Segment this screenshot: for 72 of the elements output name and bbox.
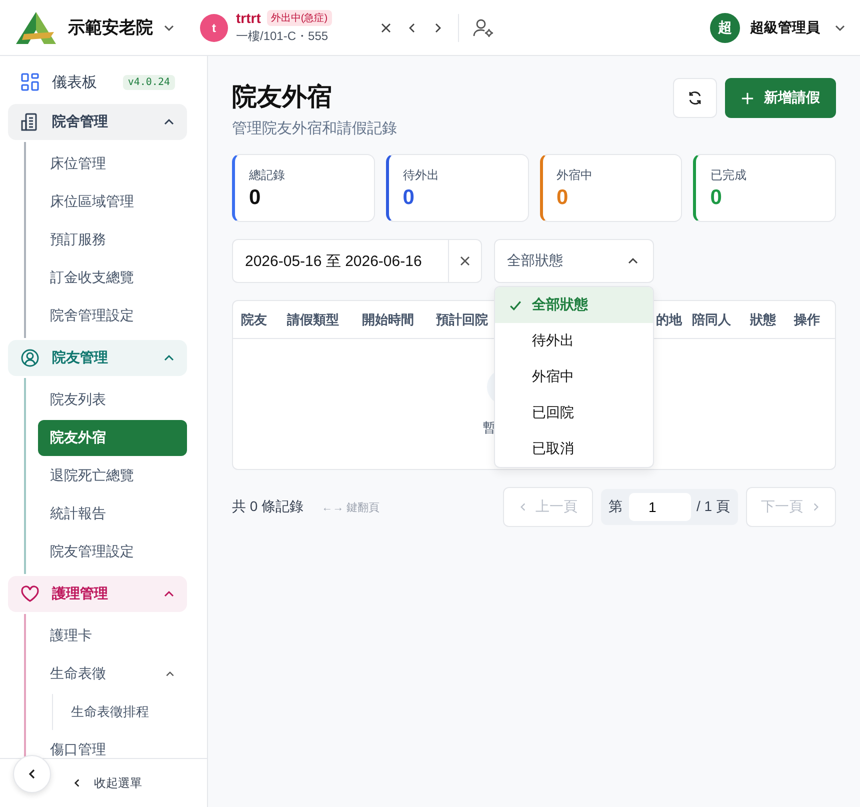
page-subtitle: 管理院友外宿和請假記錄 [232, 119, 397, 138]
heart-icon [20, 584, 40, 604]
column-header: 開始時間 [362, 310, 415, 328]
status-select[interactable]: 全部狀態 [494, 239, 654, 283]
dropdown-option[interactable]: 外宿中 [495, 359, 653, 395]
resident-location: 一樓/101-C・555 [236, 28, 330, 45]
chevron-left-icon [72, 778, 82, 788]
dropdown-option[interactable]: 全部狀態 [495, 287, 653, 323]
keyboard-hint: ←→ 鍵翻頁 [322, 500, 380, 514]
nav-group[interactable]: 院舍管理 [8, 104, 187, 140]
stat-value: 0 [556, 186, 570, 210]
building-icon [20, 112, 40, 132]
user-settings-icon[interactable] [473, 18, 495, 38]
add-leave-button[interactable]: 新增請假 [725, 78, 836, 118]
nav-item[interactable]: 生命表徵 [38, 656, 187, 692]
nav-item[interactable]: 院舍管理設定 [38, 298, 187, 334]
nav-item[interactable]: 訂金收支總覽 [38, 260, 187, 296]
nav-item[interactable]: 床位區域管理 [38, 184, 187, 220]
page-input[interactable]: 1 [628, 493, 691, 521]
dropdown-option[interactable]: 已回院 [495, 395, 653, 431]
user-name[interactable]: 超級管理員 [750, 18, 820, 36]
refresh-icon [687, 90, 703, 106]
stat-label: 總記錄 [249, 166, 286, 184]
stat-value: 0 [402, 186, 416, 210]
stat-label: 外宿中 [556, 166, 594, 184]
record-count: 共 0 條記錄 [232, 498, 304, 516]
nav-group[interactable]: 院友管理 [8, 340, 187, 376]
column-header: 請假類型 [287, 310, 340, 328]
nav-item[interactable]: 床位管理 [38, 146, 187, 182]
stat-label: 待外出 [402, 166, 440, 184]
nav-item[interactable]: 院友列表 [38, 382, 187, 418]
resident-avatar: t [200, 14, 228, 42]
stat-label: 已完成 [710, 166, 748, 184]
nav-item[interactable]: 院友管理設定 [38, 534, 187, 570]
nav-item[interactable]: 預訂服務 [38, 222, 187, 258]
column-header: 院友 [241, 310, 268, 328]
stat-value: 0 [710, 186, 723, 210]
nav-item[interactable]: 生命表徵排程 [53, 694, 187, 730]
logo-icon [14, 10, 58, 46]
close-icon[interactable] [380, 22, 392, 34]
status-badge: 外出中(急症) [266, 10, 332, 26]
nav-item[interactable]: 統計報告 [38, 496, 187, 532]
nav-item[interactable]: 傷口管理 [38, 732, 187, 758]
plus-icon [741, 92, 754, 104]
column-header: 的地 [656, 310, 684, 328]
collapse-menu-link[interactable]: 收起選單 [72, 774, 142, 792]
resident-name: trtrt [236, 10, 261, 26]
column-header: 陪同人 [692, 310, 732, 328]
nav-item[interactable]: 退院死亡總覽 [38, 458, 187, 494]
column-header: 狀態 [750, 310, 777, 328]
nav-item[interactable]: 院友外宿 [38, 420, 187, 456]
page-title: 院友外宿 [232, 82, 333, 113]
column-header: 預計回院 [436, 310, 489, 328]
organization-name: 示範安老院 [68, 17, 153, 39]
nav-group[interactable]: 護理管理 [8, 576, 187, 612]
empty-state-text: 暫 [483, 419, 496, 437]
refresh-button[interactable] [673, 78, 717, 118]
date-range-field[interactable]: 2026-05-16 至 2026-06-16 [232, 239, 482, 283]
person-icon [20, 348, 40, 368]
version-badge: v4.0.24 [122, 74, 175, 90]
stat-value: 0 [249, 186, 262, 210]
dashboard-link[interactable]: 儀表板 v4.0.24 [8, 62, 187, 102]
page-suffix: / 1 頁 [696, 498, 730, 516]
check-icon [509, 298, 522, 312]
dropdown-option[interactable]: 待外出 [495, 323, 653, 359]
user-avatar: 超 [710, 12, 740, 42]
chevron-right-icon [811, 502, 821, 512]
column-header: 操作 [794, 310, 820, 328]
nav-item[interactable]: 護理卡 [38, 618, 187, 654]
dropdown-option[interactable]: 已取消 [495, 431, 653, 467]
grid-icon [20, 72, 40, 92]
page-prefix: 第 [608, 498, 623, 516]
